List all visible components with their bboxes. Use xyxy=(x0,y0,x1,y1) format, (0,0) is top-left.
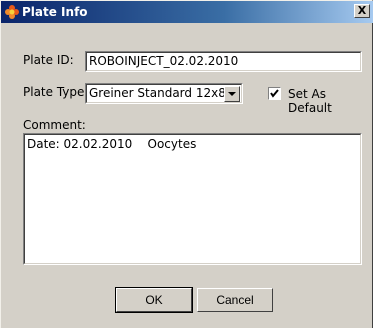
chevron-down-icon xyxy=(228,92,236,96)
title-bar[interactable]: Plate Info X xyxy=(1,1,373,23)
cancel-button[interactable]: Cancel xyxy=(197,288,273,312)
comment-textarea[interactable]: Date: 02.02.2010 Oocytes xyxy=(23,133,362,265)
comment-label: Comment: xyxy=(23,118,86,132)
close-icon: X xyxy=(357,4,367,17)
checkmark-icon xyxy=(270,89,279,98)
set-default-checkbox[interactable] xyxy=(268,87,281,100)
plate-type-value: Greiner Standard 12x8 xyxy=(89,86,226,100)
window-title: Plate Info xyxy=(22,5,88,19)
plate-id-input[interactable]: ROBOINJECT_02.02.2010 xyxy=(85,51,362,72)
plate-id-label: Plate ID: xyxy=(23,53,74,67)
plate-info-dialog: Plate Info X Plate ID: ROBOINJECT_02.02.… xyxy=(0,0,373,328)
comment-value: Date: 02.02.2010 Oocytes xyxy=(27,137,197,151)
plate-type-select[interactable]: Greiner Standard 12x8 xyxy=(85,83,243,104)
ok-button[interactable]: OK xyxy=(115,287,193,313)
plate-id-value: ROBOINJECT_02.02.2010 xyxy=(89,54,239,68)
close-button[interactable]: X xyxy=(354,4,370,18)
plate-type-label: Plate Type: xyxy=(23,85,89,99)
dropdown-button[interactable] xyxy=(224,86,240,102)
set-default-label: Set As Default xyxy=(288,87,332,115)
flower-icon xyxy=(4,4,20,20)
